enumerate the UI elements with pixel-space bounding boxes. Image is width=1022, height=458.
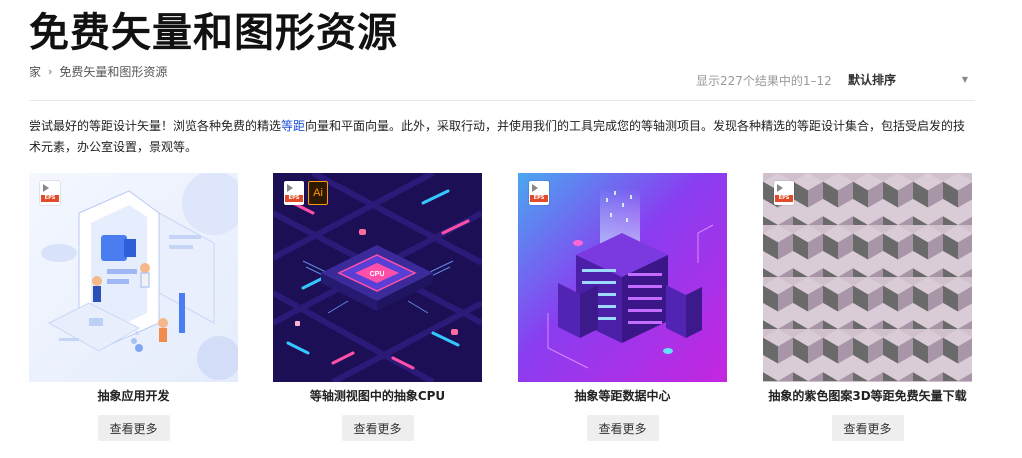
product-title[interactable]: 抽象等距数据中心 — [518, 388, 727, 404]
product-thumbnail[interactable]: CPU EPS Ai — [273, 173, 482, 382]
product-grid: EPS 抽象应用开发 查看更多 CPU EPS Ai 等轴测视图中的抽象CPU … — [29, 173, 975, 448]
description-link[interactable]: 等距 — [281, 119, 305, 133]
svg-text:CPU: CPU — [370, 271, 385, 278]
eps-file-icon: EPS — [284, 181, 304, 205]
sort-dropdown[interactable]: 默认排序 ▼ — [848, 69, 972, 89]
breadcrumb-current: 免费矢量和图形资源 — [59, 65, 168, 79]
file-format-badges: EPS — [774, 181, 794, 205]
category-description: 尝试最好的等距设计矢量！浏览各种免费的精选等距向量和平面向量。此外，采取行动，并… — [29, 116, 975, 158]
app-development-illustration — [29, 173, 238, 382]
chevron-right-icon: › — [48, 65, 53, 78]
description-text-1: 尝试最好的等距设计矢量！浏览各种免费的精选 — [29, 119, 282, 133]
product-card: EPS 抽象的紫色图案3D等距免费矢量下载 查看更多 — [763, 173, 972, 441]
file-format-badges: EPS — [40, 181, 60, 205]
view-more-button[interactable]: 查看更多 — [831, 415, 904, 441]
product-card: EPS 抽象应用开发 查看更多 — [29, 173, 238, 441]
product-title[interactable]: 抽象应用开发 — [29, 388, 238, 404]
page-title: 免费矢量和图形资源 — [29, 10, 398, 56]
product-thumbnail[interactable]: EPS — [29, 173, 238, 382]
product-title[interactable]: 等轴测视图中的抽象CPU — [273, 388, 482, 404]
data-center-illustration — [518, 173, 727, 382]
file-format-badges: EPS Ai — [284, 181, 328, 205]
result-count: 显示227个结果中的1–12 — [696, 74, 832, 88]
breadcrumb: 家 › 免费矢量和图形资源 — [29, 63, 167, 80]
product-thumbnail[interactable]: EPS — [763, 173, 972, 382]
breadcrumb-home-link[interactable]: 家 — [29, 63, 41, 80]
view-more-button[interactable]: 查看更多 — [341, 415, 414, 441]
eps-file-icon: EPS — [529, 181, 549, 205]
product-card: CPU EPS Ai 等轴测视图中的抽象CPU 查看更多 — [273, 173, 482, 441]
divider — [29, 100, 975, 101]
caret-down-icon: ▼ — [961, 74, 968, 84]
product-card: EPS 抽象等距数据中心 查看更多 — [518, 173, 727, 441]
product-thumbnail[interactable]: EPS — [518, 173, 727, 382]
sort-selected-value: 默认排序 — [848, 72, 897, 87]
cube-pattern-illustration — [763, 173, 972, 382]
file-format-badges: EPS — [529, 181, 549, 205]
eps-file-icon: EPS — [774, 181, 794, 205]
product-title[interactable]: 抽象的紫色图案3D等距免费矢量下载 — [763, 388, 972, 404]
view-more-button[interactable]: 查看更多 — [97, 415, 170, 441]
eps-file-icon: EPS — [40, 181, 60, 205]
view-more-button[interactable]: 查看更多 — [586, 415, 659, 441]
illustrator-file-icon: Ai — [308, 181, 328, 205]
